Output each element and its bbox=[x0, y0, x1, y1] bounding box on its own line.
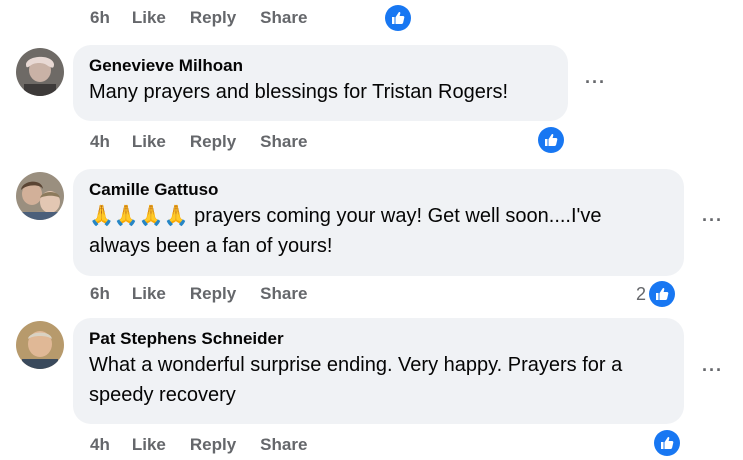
comment-timestamp[interactable]: 4h bbox=[90, 435, 110, 455]
share-button[interactable]: Share bbox=[260, 132, 307, 152]
avatar[interactable] bbox=[16, 48, 64, 96]
comment-actions: 6h Like Reply Share bbox=[90, 284, 307, 304]
comment-timestamp[interactable]: 4h bbox=[90, 132, 110, 152]
reply-button[interactable]: Reply bbox=[190, 435, 236, 455]
like-button[interactable]: Like bbox=[132, 8, 166, 28]
share-button[interactable]: Share bbox=[260, 435, 307, 455]
comment-timestamp[interactable]: 6h bbox=[90, 8, 110, 28]
thumbs-up-icon bbox=[538, 127, 564, 153]
share-button[interactable]: Share bbox=[260, 8, 307, 28]
comment-bubble: Genevieve Milhoan Many prayers and bless… bbox=[73, 45, 568, 121]
comment-actions: 4h Like Reply Share bbox=[90, 435, 307, 455]
thumbs-up-icon bbox=[649, 281, 676, 307]
avatar[interactable] bbox=[16, 321, 64, 369]
comment-text: What a wonderful surprise ending. Very h… bbox=[89, 354, 623, 406]
like-button[interactable]: Like bbox=[132, 132, 166, 152]
reaction-summary[interactable] bbox=[654, 430, 680, 456]
comment-actions: 6h Like Reply Share bbox=[90, 8, 307, 28]
like-button[interactable]: Like bbox=[132, 284, 166, 304]
reaction-summary[interactable] bbox=[385, 5, 411, 31]
comment-author[interactable]: Pat Stephens Schneider bbox=[89, 328, 668, 350]
reaction-summary[interactable] bbox=[538, 127, 564, 153]
comment-actions: 4h Like Reply Share bbox=[90, 132, 307, 152]
reply-button[interactable]: Reply bbox=[190, 132, 236, 152]
like-button[interactable]: Like bbox=[132, 435, 166, 455]
folded-hands-emoji: 🙏🙏🙏🙏 bbox=[89, 205, 189, 227]
reaction-count: 2 bbox=[636, 283, 647, 304]
comment-author[interactable]: Genevieve Milhoan bbox=[89, 55, 552, 77]
comment-author[interactable]: Camille Gattuso bbox=[89, 179, 668, 201]
reply-button[interactable]: Reply bbox=[190, 8, 236, 28]
comment-bubble: Camille Gattuso 🙏🙏🙏🙏 prayers coming your… bbox=[73, 169, 684, 276]
comment-text: Many prayers and blessings for Tristan R… bbox=[89, 81, 509, 103]
reaction-summary[interactable]: 2 bbox=[636, 281, 676, 307]
avatar[interactable] bbox=[16, 172, 64, 220]
comment-text: 🙏🙏🙏🙏 prayers coming your way! Get well s… bbox=[89, 201, 668, 261]
more-options-icon[interactable]: ··· bbox=[702, 210, 723, 231]
thumbs-up-icon bbox=[385, 5, 411, 31]
comment-bubble: Pat Stephens Schneider What a wonderful … bbox=[73, 318, 684, 424]
more-options-icon[interactable]: ··· bbox=[585, 72, 606, 93]
more-options-icon[interactable]: ··· bbox=[702, 360, 723, 381]
share-button[interactable]: Share bbox=[260, 284, 307, 304]
comment-timestamp[interactable]: 6h bbox=[90, 284, 110, 304]
reply-button[interactable]: Reply bbox=[190, 284, 236, 304]
thumbs-up-icon bbox=[654, 430, 680, 456]
